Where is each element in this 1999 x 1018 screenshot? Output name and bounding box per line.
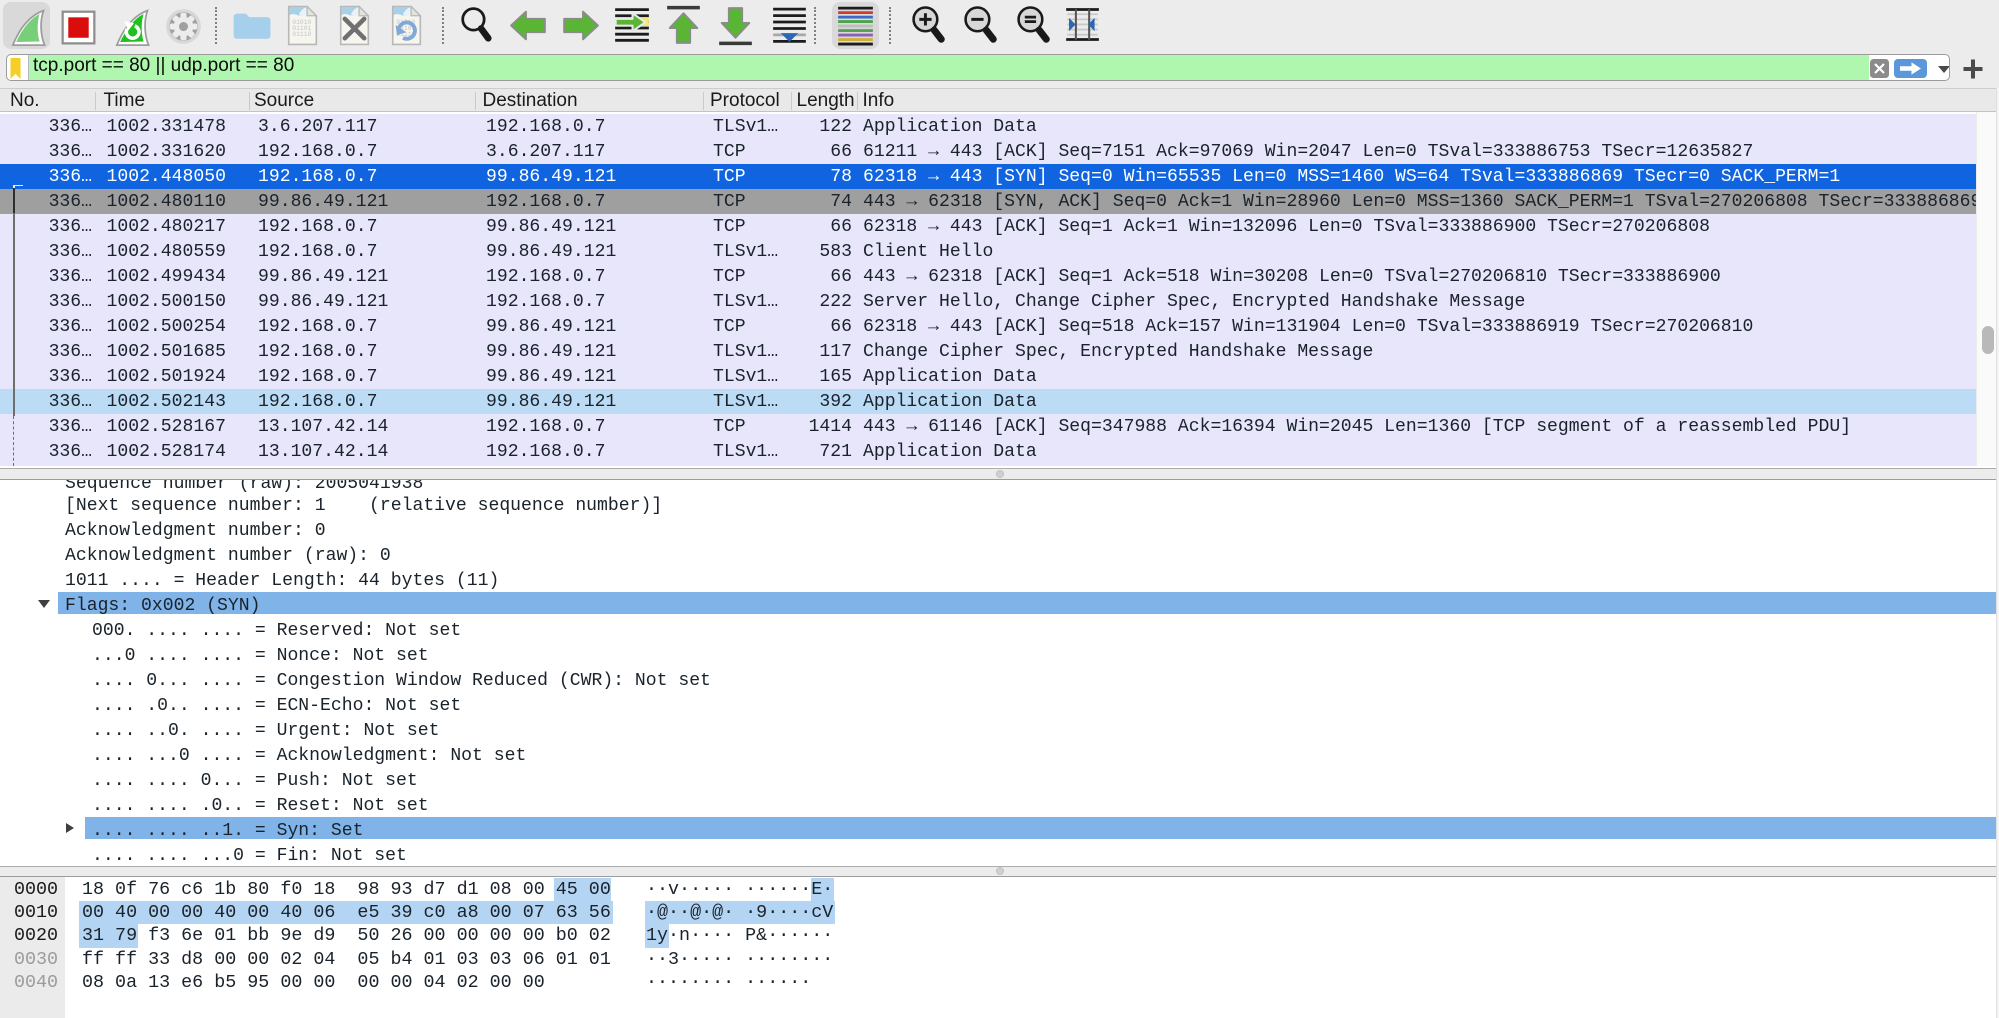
svg-text:01110: 01110 bbox=[293, 31, 312, 38]
